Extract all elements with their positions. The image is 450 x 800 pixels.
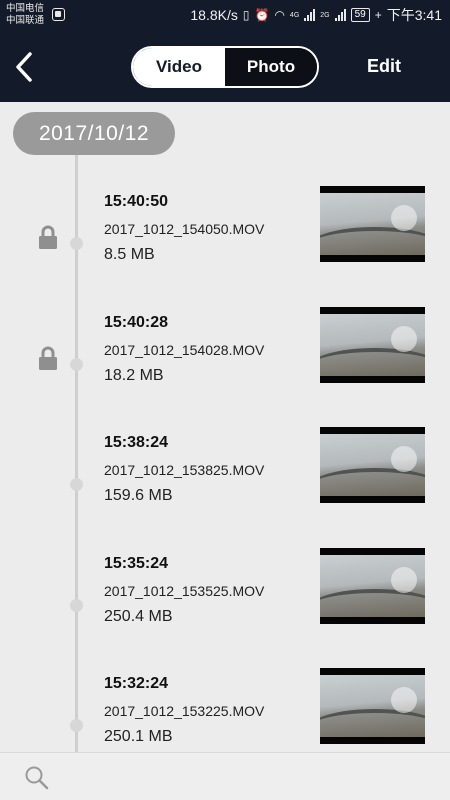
video-thumbnail[interactable] [320, 307, 425, 383]
timeline-dot [70, 237, 83, 250]
item-time: 15:40:28 [104, 314, 169, 331]
signal-icon [304, 9, 316, 21]
item-filename: 2017_1012_154050.MOV [104, 221, 265, 237]
video-thumbnail[interactable] [320, 548, 425, 624]
item-size: 8.5 MB [104, 246, 155, 263]
list-item[interactable]: 15:35:24 2017_1012_153525.MOV 250.4 MB [0, 548, 450, 668]
item-size: 250.4 MB [104, 608, 173, 625]
item-size: 250.1 MB [104, 728, 173, 745]
carrier-2: 中国联通 [6, 15, 45, 26]
bottom-bar [0, 752, 450, 800]
network-speed: 18.8K/s [190, 7, 238, 23]
charging-icon: + [374, 8, 382, 22]
list-item[interactable]: 15:40:50 2017_1012_154050.MOV 8.5 MB [0, 186, 450, 306]
timeline-dot [70, 599, 83, 612]
status-right: 18.8K/s ▯ ⏰ ◠ 4G 2G 59 + 下午3:41 [190, 6, 442, 24]
item-filename: 2017_1012_153525.MOV [104, 583, 265, 599]
lock-icon [39, 225, 57, 249]
carrier-1: 中国电信 [6, 3, 45, 14]
item-time: 15:40:50 [104, 193, 169, 210]
lock-icon [39, 346, 57, 370]
timeline-dot [70, 358, 83, 371]
item-size: 18.2 MB [104, 367, 164, 384]
edit-button[interactable]: Edit [367, 56, 401, 77]
app-header: Video Photo Edit [0, 30, 450, 102]
list-item[interactable]: 15:40:28 2017_1012_154028.MOV 18.2 MB [0, 307, 450, 427]
clock: 下午3:41 [386, 7, 442, 23]
chevron-left-icon[interactable] [12, 50, 38, 84]
item-time: 15:32:24 [104, 675, 169, 692]
item-filename: 2017_1012_153225.MOV [104, 703, 265, 719]
network-type-2: 2G [320, 11, 330, 19]
file-list[interactable]: 2017/10/12 15:40:50 2017_1012_154050.MOV… [0, 102, 450, 752]
list-item[interactable]: 15:32:24 2017_1012_153225.MOV 250.1 MB [0, 668, 450, 752]
alarm-icon: ⏰ [254, 8, 270, 22]
network-type-1: 4G [289, 11, 300, 19]
tab-video[interactable]: Video [133, 48, 225, 86]
wifi-icon: ◠ [274, 8, 285, 22]
tab-photo[interactable]: Photo [225, 48, 317, 86]
vibrate-icon: ▯ [242, 8, 250, 22]
item-size: 159.6 MB [104, 487, 173, 504]
item-filename: 2017_1012_154028.MOV [104, 342, 265, 358]
timeline-dot [70, 478, 83, 491]
item-filename: 2017_1012_153825.MOV [104, 462, 265, 478]
item-time: 15:35:24 [104, 555, 169, 572]
timeline-dot [70, 719, 83, 732]
date-header: 2017/10/12 [13, 112, 175, 155]
video-thumbnail[interactable] [320, 427, 425, 503]
list-item[interactable]: 15:38:24 2017_1012_153825.MOV 159.6 MB [0, 427, 450, 547]
signal-icon-2 [334, 9, 346, 21]
app-notification-icon [52, 8, 65, 21]
media-type-toggle: Video Photo [131, 46, 319, 88]
item-time: 15:38:24 [104, 434, 169, 451]
video-thumbnail[interactable] [320, 668, 425, 744]
battery-icon: 59 [350, 8, 370, 22]
carrier-names: 中国电信 中国联通 [6, 3, 44, 27]
video-thumbnail[interactable] [320, 186, 425, 262]
search-icon[interactable] [24, 765, 50, 791]
status-bar: 中国电信 中国联通 18.8K/s ▯ ⏰ ◠ 4G 2G 59 + 下午3:4… [0, 0, 450, 30]
